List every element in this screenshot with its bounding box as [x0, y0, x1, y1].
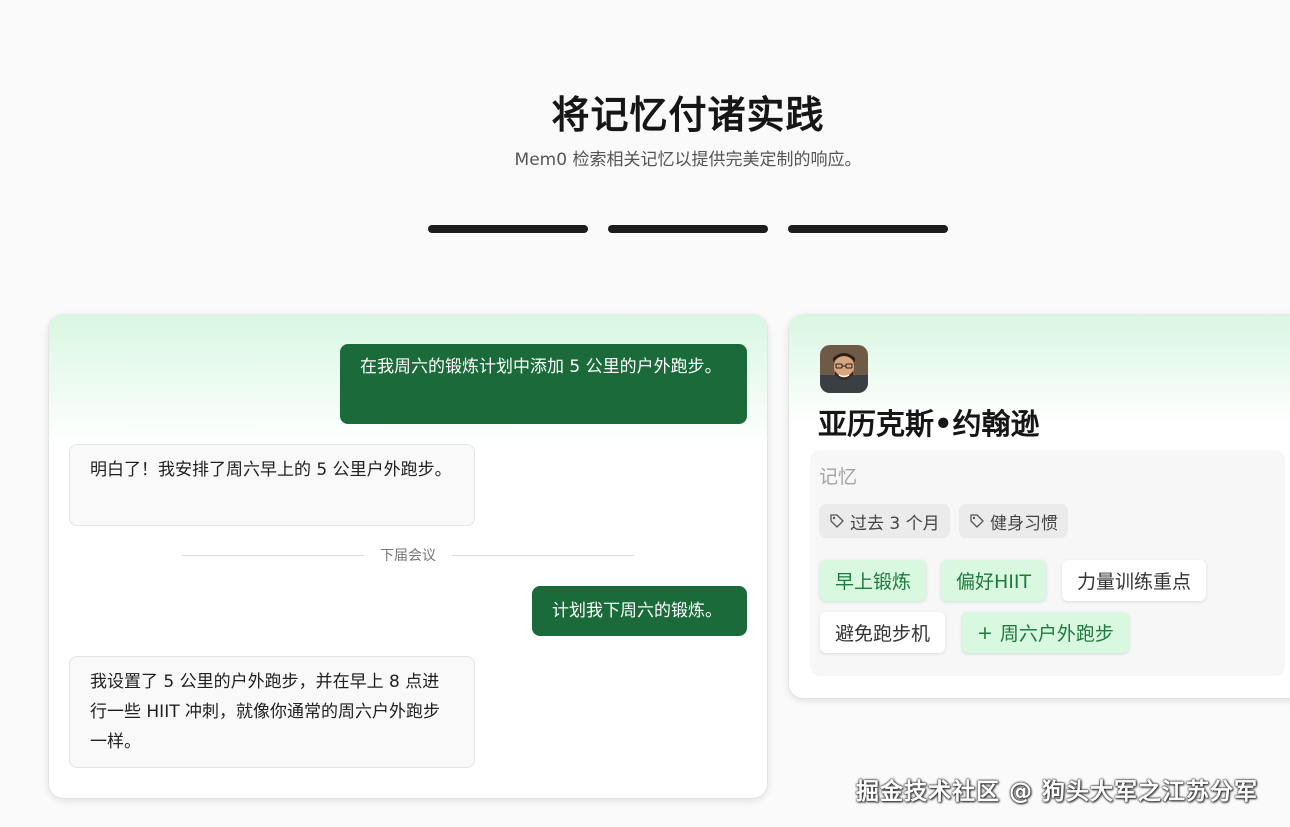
filter-chip-label: 过去 3 个月 — [850, 513, 940, 534]
watermark: 掘金技术社区 @ 狗头大军之江苏分军 — [856, 779, 1259, 805]
memory-tag[interactable]: 力量训练重点 — [1062, 560, 1207, 601]
tab-3[interactable] — [788, 225, 948, 233]
avatar — [820, 345, 868, 393]
memory-tag[interactable]: 早上锻炼 — [820, 560, 927, 601]
page-subtitle: Mem0 检索相关记忆以提供完美定制的响应。 — [514, 150, 862, 170]
assistant-message-bubble: 明白了！我安排了周六早上的 5 公里户外跑步。 — [69, 444, 475, 526]
memory-tag-label: 力量训练重点 — [1077, 571, 1192, 593]
filter-chip-time-range[interactable]: 过去 3 个月 — [819, 504, 950, 538]
memory-card: 亚历克斯•约翰逊 记忆 过去 3 个月 健身习惯 早上锻炼 偏好HIIT 力量训… — [789, 315, 1290, 698]
memory-tag-label: 避免跑步机 — [835, 623, 931, 645]
memory-tag-new[interactable]: + 周六户外跑步 — [962, 612, 1129, 653]
tab-2[interactable] — [608, 225, 768, 233]
profile-name: 亚历克斯•约翰逊 — [818, 407, 1040, 441]
plus-icon: + — [977, 621, 993, 644]
memory-tag-label: 早上锻炼 — [835, 571, 912, 593]
session-divider: 下届会议 — [182, 545, 634, 565]
tag-icon — [830, 514, 844, 528]
memory-tag[interactable]: 偏好HIIT — [941, 560, 1047, 601]
tag-icon — [970, 514, 984, 528]
memory-panel: 记忆 过去 3 个月 健身习惯 早上锻炼 偏好HIIT 力量训练重点 避免跑步机 — [810, 450, 1285, 676]
memory-tag[interactable]: 避免跑步机 — [820, 612, 946, 653]
memory-tag-label: 偏好HIIT — [956, 571, 1032, 593]
chat-card: 在我周六的锻炼计划中添加 5 公里的户外跑步。 明白了！我安排了周六早上的 5 … — [49, 315, 767, 798]
tab-bar — [428, 225, 948, 233]
assistant-message-bubble: 我设置了 5 公里的户外跑步，并在早上 8 点进行一些 HIIT 冲刺，就像你通… — [69, 656, 475, 768]
divider-line — [452, 554, 634, 556]
user-message-bubble: 计划我下周六的锻炼。 — [532, 586, 747, 636]
filter-chip-category[interactable]: 健身习惯 — [959, 504, 1068, 538]
memory-label: 记忆 — [819, 466, 858, 488]
tab-1[interactable] — [428, 225, 588, 233]
filter-chip-label: 健身习惯 — [990, 513, 1058, 534]
memory-tag-label: 周六户外跑步 — [999, 623, 1114, 645]
user-message-bubble: 在我周六的锻炼计划中添加 5 公里的户外跑步。 — [340, 344, 747, 424]
page-title: 将记忆付诸实践 — [551, 93, 825, 137]
divider-label: 下届会议 — [380, 548, 436, 564]
divider-line — [182, 554, 364, 556]
